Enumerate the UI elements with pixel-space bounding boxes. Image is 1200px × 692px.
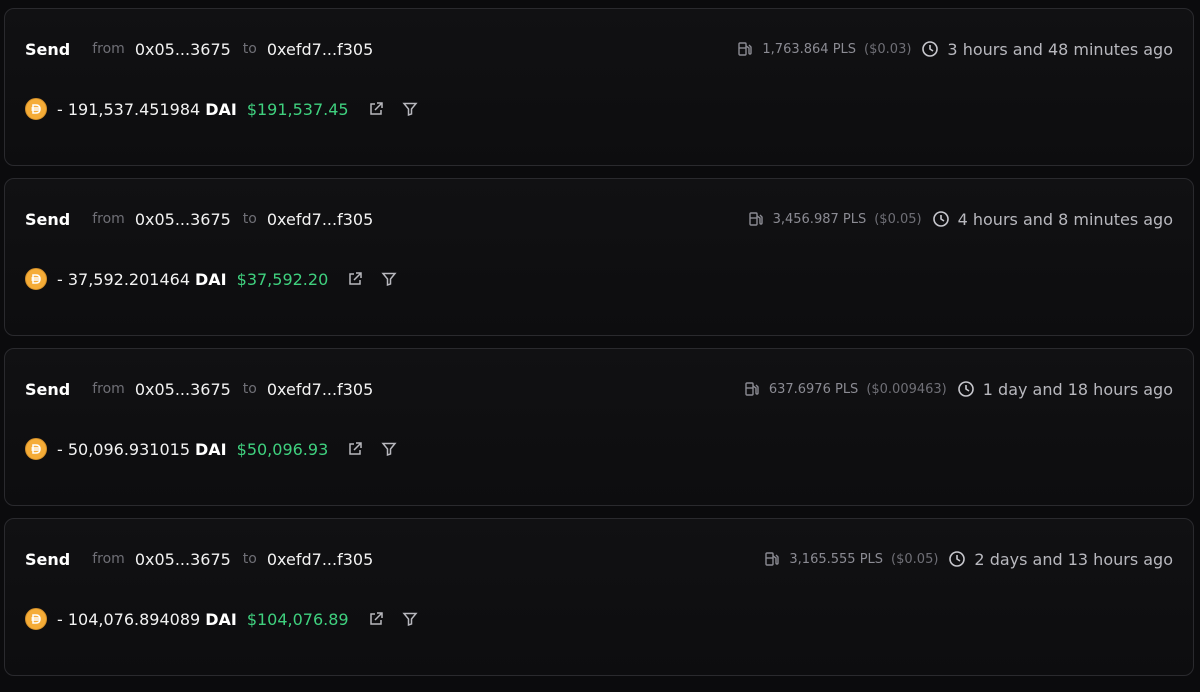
gas-usd: ($0.009463)	[866, 381, 947, 397]
clock-icon	[957, 380, 975, 398]
time-ago: 3 hours and 48 minutes ago	[947, 39, 1173, 59]
time-ago: 4 hours and 8 minutes ago	[957, 209, 1173, 229]
usd-value: $104,076.89	[246, 609, 349, 629]
gas-amount: 3,456.987 PLS	[772, 211, 867, 227]
from-label: from	[92, 41, 125, 57]
transaction-list: Send from 0x05...3675 to 0xefd7...f305 1…	[4, 8, 1194, 688]
token-symbol: DAI	[195, 269, 227, 289]
from-address-link[interactable]: 0x05...3675	[135, 380, 231, 399]
external-link-icon[interactable]	[367, 100, 385, 118]
gas-amount: 637.6976 PLS	[768, 381, 859, 397]
token-amount: - 37,592.201464	[57, 269, 191, 289]
transaction-header: Send from 0x05...3675 to 0xefd7...f305 3…	[25, 547, 1173, 571]
time-ago: 1 day and 18 hours ago	[982, 379, 1173, 399]
gas-usd: ($0.03)	[864, 41, 912, 57]
to-address-link[interactable]: 0xefd7...f305	[267, 550, 373, 569]
transaction-card: Send from 0x05...3675 to 0xefd7...f305 3…	[4, 178, 1194, 336]
from-address-link[interactable]: 0x05...3675	[135, 550, 231, 569]
filter-icon[interactable]	[401, 100, 419, 118]
token-symbol: DAI	[195, 439, 227, 459]
transaction-type: Send	[25, 549, 71, 569]
transfer-row: - 50,096.931015 DAI $50,096.93	[25, 436, 414, 462]
to-label: to	[242, 551, 257, 567]
to-label: to	[242, 211, 257, 227]
gas-amount: 3,165.555 PLS	[789, 551, 884, 567]
from-address-link[interactable]: 0x05...3675	[135, 210, 231, 229]
token-amount: - 104,076.894089	[57, 609, 201, 629]
transaction-type: Send	[25, 379, 71, 399]
to-label: to	[242, 41, 257, 57]
usd-value: $50,096.93	[236, 439, 329, 459]
transaction-header: Send from 0x05...3675 to 0xefd7...f305 3…	[25, 207, 1173, 231]
token-amount: - 191,537.451984	[57, 99, 201, 119]
transaction-card: Send from 0x05...3675 to 0xefd7...f305 3…	[4, 518, 1194, 676]
from-label: from	[92, 551, 125, 567]
gas-pump-icon	[747, 210, 765, 228]
from-address-link[interactable]: 0x05...3675	[135, 40, 231, 59]
token-amount: - 50,096.931015	[57, 439, 191, 459]
token-symbol: DAI	[205, 99, 237, 119]
external-link-icon[interactable]	[346, 440, 364, 458]
transfer-row: - 104,076.894089 DAI $104,076.89	[25, 606, 435, 632]
token-symbol: DAI	[205, 609, 237, 629]
time-ago: 2 days and 13 hours ago	[974, 549, 1173, 569]
transaction-card: Send from 0x05...3675 to 0xefd7...f305 1…	[4, 8, 1194, 166]
transaction-header: Send from 0x05...3675 to 0xefd7...f305 6…	[25, 377, 1173, 401]
usd-value: $37,592.20	[236, 269, 329, 289]
transaction-header: Send from 0x05...3675 to 0xefd7...f305 1…	[25, 37, 1173, 61]
filter-icon[interactable]	[401, 610, 419, 628]
gas-usd: ($0.05)	[874, 211, 922, 227]
to-address-link[interactable]: 0xefd7...f305	[267, 380, 373, 399]
gas-pump-icon	[743, 380, 761, 398]
gas-pump-icon	[763, 550, 781, 568]
filter-icon[interactable]	[380, 440, 398, 458]
to-address-link[interactable]: 0xefd7...f305	[267, 40, 373, 59]
dai-token-icon	[25, 268, 47, 290]
dai-token-icon	[25, 608, 47, 630]
clock-icon	[948, 550, 966, 568]
clock-icon	[921, 40, 939, 58]
from-label: from	[92, 211, 125, 227]
gas-usd: ($0.05)	[891, 551, 939, 567]
dai-token-icon	[25, 438, 47, 460]
transaction-type: Send	[25, 39, 71, 59]
gas-pump-icon	[736, 40, 754, 58]
usd-value: $191,537.45	[246, 99, 349, 119]
transaction-type: Send	[25, 209, 71, 229]
transaction-card: Send from 0x05...3675 to 0xefd7...f305 6…	[4, 348, 1194, 506]
to-address-link[interactable]: 0xefd7...f305	[267, 210, 373, 229]
transfer-row: - 191,537.451984 DAI $191,537.45	[25, 96, 435, 122]
external-link-icon[interactable]	[346, 270, 364, 288]
filter-icon[interactable]	[380, 270, 398, 288]
clock-icon	[932, 210, 950, 228]
transfer-row: - 37,592.201464 DAI $37,592.20	[25, 266, 414, 292]
gas-amount: 1,763.864 PLS	[762, 41, 857, 57]
external-link-icon[interactable]	[367, 610, 385, 628]
from-label: from	[92, 381, 125, 397]
dai-token-icon	[25, 98, 47, 120]
to-label: to	[242, 381, 257, 397]
